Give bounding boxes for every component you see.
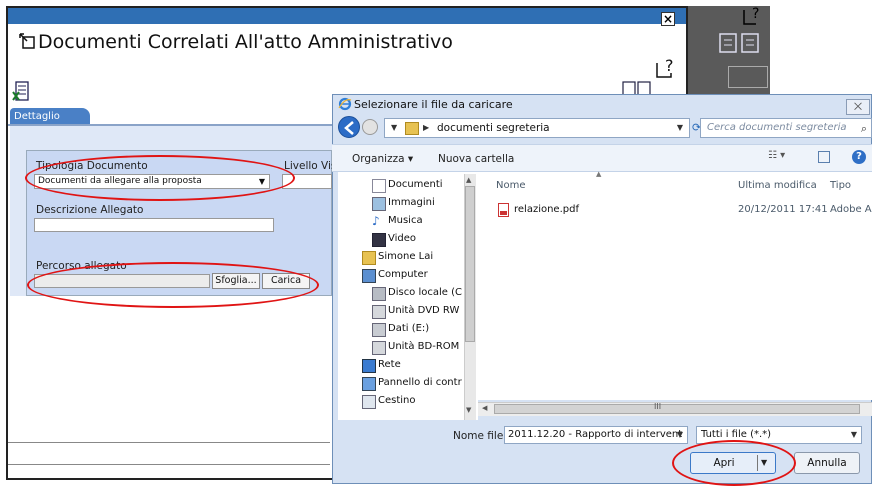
column-header-nome[interactable]: Nome	[496, 180, 526, 191]
sidebar-item-label: Musica	[388, 215, 423, 226]
navigation-pane: Documenti Immagini ♪ Musica Video Simone…	[338, 172, 478, 420]
chevron-down-icon[interactable]: ▼	[677, 427, 683, 443]
bd-drive-icon	[372, 341, 386, 355]
sidebar-item-label: Disco locale (C	[388, 287, 462, 298]
view-options-icon[interactable]: ☷ ▾	[768, 150, 796, 166]
sort-indicator-icon: ▲	[596, 170, 602, 178]
arrow-left-icon	[344, 121, 354, 135]
file-name-value: 2011.12.20 - Rapporto di intervent	[508, 429, 683, 440]
nav-scrollbar-thumb[interactable]	[465, 186, 475, 342]
column-header-modified[interactable]: Ultima modifica	[738, 180, 817, 191]
spreadsheet-icons[interactable]	[716, 26, 766, 56]
forward-button[interactable]	[362, 119, 378, 135]
sidebar-item-label: Unità BD-ROM	[388, 341, 460, 352]
pdf-file-icon	[498, 203, 509, 217]
sidebar-item-label: Documenti	[388, 179, 443, 190]
scroll-down-icon[interactable]: ▼	[466, 406, 471, 414]
scrollbar-grip: III	[654, 402, 662, 411]
control-panel-icon	[362, 377, 376, 391]
drive-icon	[372, 323, 386, 337]
help-icon[interactable]: ?	[655, 57, 677, 79]
search-placeholder: Cerca documenti segreteria	[707, 122, 847, 133]
new-folder-button[interactable]: Nuova cartella	[438, 153, 514, 165]
sidebar-item-label: Cestino	[378, 395, 416, 406]
local-disk-icon	[372, 287, 386, 301]
svg-text:?: ?	[752, 6, 759, 22]
search-icon[interactable]: ⌕	[861, 120, 867, 138]
scroll-up-icon[interactable]: ▲	[466, 176, 471, 184]
horizontal-scrollbar-thumb[interactable]	[494, 404, 860, 414]
documents-icon	[372, 179, 386, 193]
network-icon	[362, 359, 376, 373]
chevron-down-icon[interactable]: ▼	[677, 119, 683, 137]
folder-icon	[405, 122, 419, 135]
annotation-ellipse	[27, 262, 319, 308]
chevron-down-icon[interactable]: ▼	[391, 119, 397, 137]
preview-pane-icon[interactable]	[818, 151, 830, 163]
sidebar-item-label: Unità DVD RW	[388, 305, 460, 316]
dialog-title: Selezionare il file da caricare	[354, 98, 513, 111]
sidebar-item-label: Simone Lai	[378, 251, 434, 262]
window-restore-icon	[19, 33, 35, 49]
file-type-filter-value: Tutti i file (*.*)	[701, 429, 772, 440]
column-header-type[interactable]: Tipo	[830, 180, 851, 191]
recycle-bin-icon	[362, 395, 376, 409]
sidebar-item-label: Pannello di contr	[378, 377, 462, 388]
dialog-close-button[interactable]: ⨉	[846, 99, 870, 115]
search-input[interactable]: Cerca documenti segreteria ⌕	[700, 118, 872, 138]
livello-label: Livello Vis	[284, 160, 337, 172]
excel-export-icon[interactable]	[12, 80, 30, 102]
user-folder-icon	[362, 251, 376, 265]
music-icon: ♪	[372, 214, 380, 228]
divider	[8, 442, 330, 443]
annotation-ellipse	[25, 155, 295, 201]
sidebar-item-label: Dati (E:)	[388, 323, 430, 334]
help-icon[interactable]: ?	[742, 6, 764, 26]
chevron-right-icon[interactable]: ▶	[423, 119, 429, 137]
window-close-button[interactable]: ×	[661, 12, 675, 26]
strip-panel	[728, 66, 768, 88]
images-icon	[372, 197, 386, 211]
address-path: documenti segreteria	[437, 122, 550, 134]
descrizione-input[interactable]	[34, 218, 274, 232]
sidebar-item-label: Computer	[378, 269, 428, 280]
page-title: Documenti Correlati All'atto Amministrat…	[38, 31, 453, 53]
file-name[interactable]: relazione.pdf	[514, 204, 579, 215]
annotation-ellipse	[672, 440, 796, 486]
sidebar-item-label: Rete	[378, 359, 401, 370]
descrizione-label: Descrizione Allegato	[36, 204, 144, 216]
scroll-left-icon[interactable]: ◀	[482, 404, 487, 412]
computer-icon	[362, 269, 376, 283]
sidebar-item-label: Video	[388, 233, 417, 244]
file-type: Adobe A	[830, 204, 872, 215]
address-bar[interactable]: ▼ ▶ documenti segreteria ▼	[384, 118, 690, 138]
file-modified: 20/12/2011 17:41	[738, 204, 828, 215]
video-icon	[372, 233, 386, 247]
file-name-label: Nome file:	[453, 430, 507, 442]
file-name-input[interactable]: 2011.12.20 - Rapporto di intervent ▼	[504, 426, 688, 444]
chevron-down-icon: ▼	[850, 430, 857, 439]
divider	[8, 464, 330, 465]
organize-menu[interactable]: Organizza ▾	[352, 153, 413, 165]
help-icon[interactable]: ?	[852, 150, 866, 164]
back-button[interactable]	[338, 116, 360, 138]
internet-explorer-icon	[338, 97, 352, 111]
window-title-bar	[8, 8, 686, 24]
dvd-drive-icon	[372, 305, 386, 319]
sidebar-item-label: Immagini	[388, 197, 435, 208]
cancel-button[interactable]: Annulla	[794, 452, 860, 474]
svg-text:?: ?	[665, 57, 674, 75]
